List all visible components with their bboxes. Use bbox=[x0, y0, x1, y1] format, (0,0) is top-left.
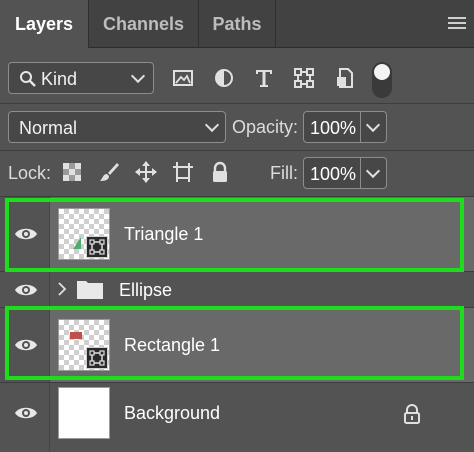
visibility-column bbox=[0, 272, 50, 307]
lock-image-pixels-icon[interactable] bbox=[97, 160, 121, 184]
layer-name: Ellipse bbox=[119, 280, 173, 300]
filter-toggle[interactable] bbox=[372, 62, 392, 98]
layer-name: Background bbox=[124, 403, 221, 423]
tab-layers[interactable]: Layers bbox=[0, 0, 88, 49]
blend-mode-select[interactable]: Normal bbox=[8, 111, 226, 143]
layer-row-ellipse-group[interactable]: Ellipse bbox=[0, 272, 474, 307]
eye-icon[interactable] bbox=[14, 405, 38, 421]
lock-label: Lock: bbox=[8, 163, 52, 183]
tab-paths[interactable]: Paths bbox=[199, 0, 275, 48]
layer-thumbnail bbox=[58, 387, 110, 439]
adjustment-filter-icon[interactable] bbox=[212, 66, 236, 90]
chevron-down-icon bbox=[130, 68, 146, 84]
search-icon bbox=[20, 71, 36, 87]
divider bbox=[0, 103, 474, 104]
eye-icon[interactable] bbox=[14, 282, 38, 298]
panel-tab-bar: Layers Channels Paths bbox=[0, 0, 474, 49]
lock-all-icon[interactable] bbox=[208, 160, 232, 184]
opacity-label: Opacity: bbox=[232, 117, 299, 137]
tab-channels[interactable]: Channels bbox=[89, 0, 198, 48]
fill-dropdown-button[interactable] bbox=[361, 157, 387, 189]
divider bbox=[0, 150, 474, 151]
lock-position-icon[interactable] bbox=[134, 160, 158, 184]
highlight-box bbox=[5, 198, 464, 272]
lock-icon bbox=[404, 404, 420, 424]
type-filter-icon[interactable] bbox=[252, 66, 276, 90]
lock-artboard-icon[interactable] bbox=[171, 160, 195, 184]
fill-value: 100% bbox=[310, 164, 357, 184]
fill-input[interactable]: 100% bbox=[303, 157, 361, 189]
layer-row-background[interactable]: Background bbox=[0, 383, 474, 452]
shape-filter-icon[interactable] bbox=[292, 66, 316, 90]
tab-divider bbox=[275, 0, 276, 48]
opacity-value: 100% bbox=[310, 118, 357, 138]
blend-mode-label: Normal bbox=[19, 118, 78, 138]
filter-kind-select[interactable]: Kind bbox=[8, 62, 154, 94]
filter-kind-label: Kind bbox=[41, 69, 78, 89]
highlight-box bbox=[5, 306, 464, 380]
folder-icon bbox=[77, 281, 103, 299]
chevron-down-icon bbox=[204, 117, 220, 133]
chevron-right-icon[interactable] bbox=[57, 281, 67, 297]
lock-transparent-pixels-icon[interactable] bbox=[60, 160, 84, 184]
panel-menu-icon[interactable] bbox=[446, 14, 468, 34]
filter-toggle-knob bbox=[374, 64, 390, 80]
visibility-column bbox=[0, 383, 50, 452]
smart-object-filter-icon[interactable] bbox=[333, 66, 357, 90]
opacity-input[interactable]: 100% bbox=[303, 111, 361, 143]
fill-label: Fill: bbox=[270, 163, 298, 183]
opacity-dropdown-button[interactable] bbox=[361, 111, 387, 143]
chevron-down-icon bbox=[365, 117, 381, 133]
chevron-down-icon bbox=[365, 163, 381, 179]
image-filter-icon[interactable] bbox=[171, 66, 195, 90]
